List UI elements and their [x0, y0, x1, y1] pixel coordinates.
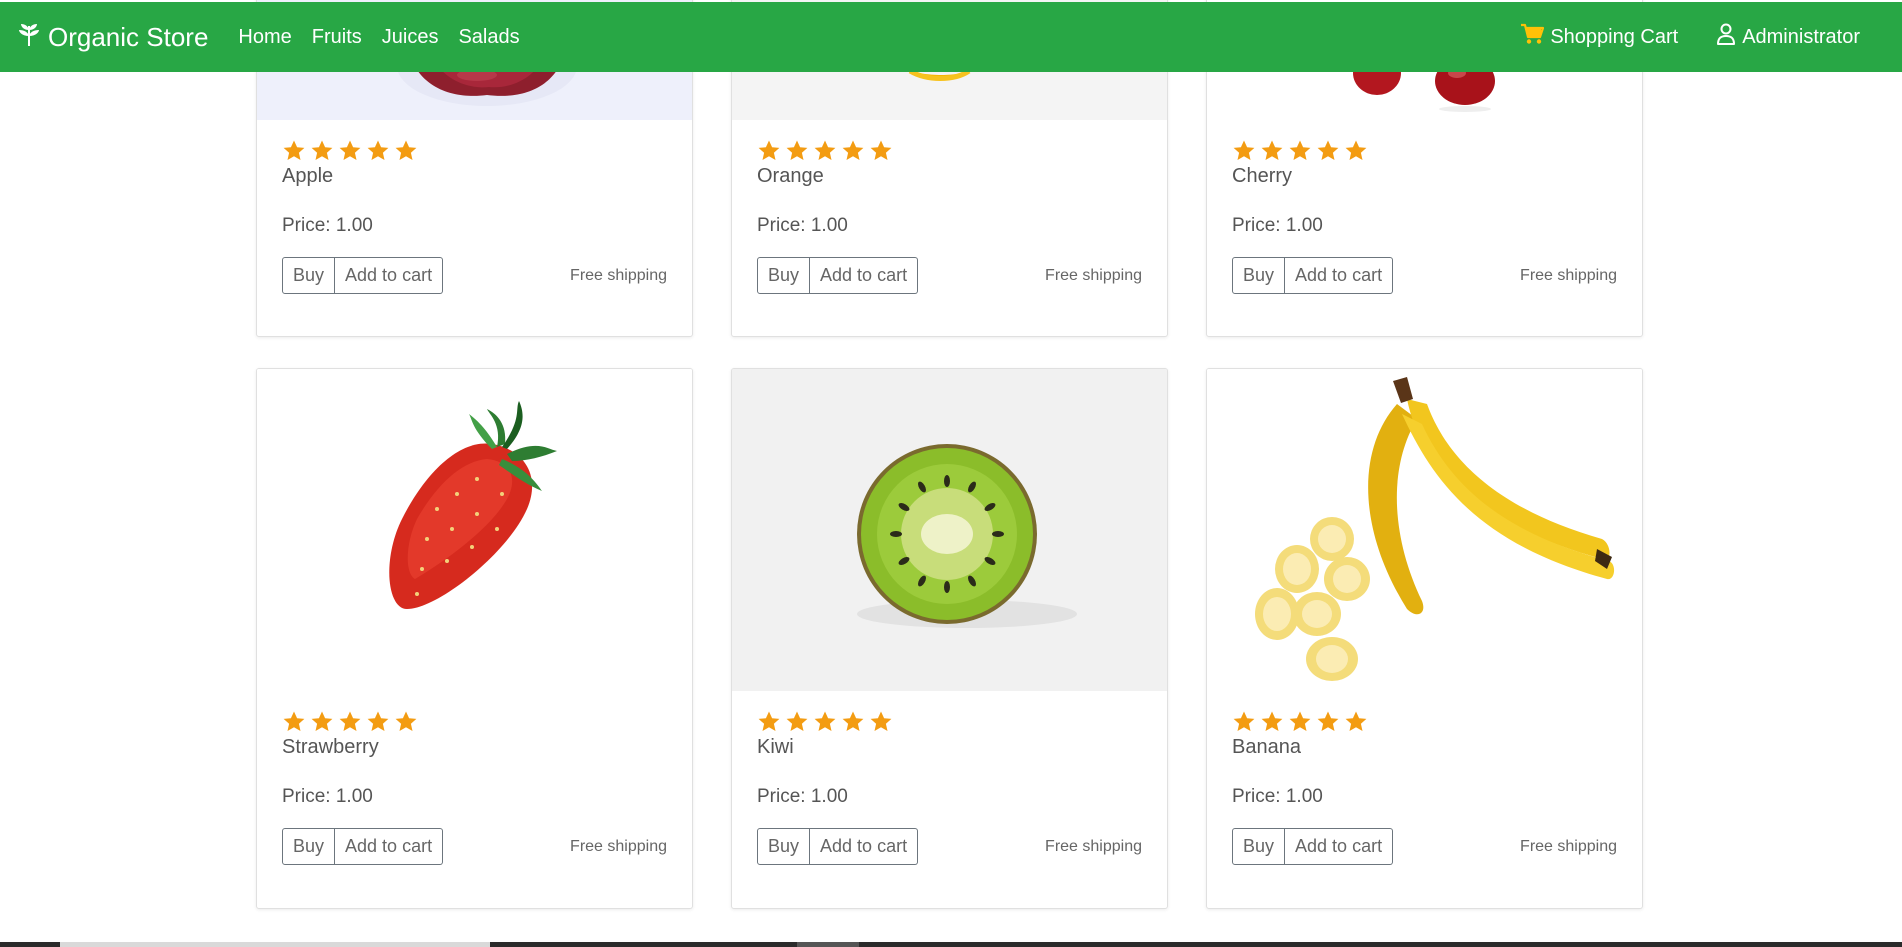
star-icon [338, 139, 362, 163]
star-icon [841, 139, 865, 163]
star-icon [785, 139, 809, 163]
star-icon [366, 139, 390, 163]
brand-name: Organic Store [48, 21, 209, 52]
add-to-cart-button[interactable]: Add to cart [810, 828, 919, 865]
star-icon [1344, 710, 1368, 734]
action-buttons: Buy Add to cart [757, 828, 919, 865]
product-name: Kiwi [757, 736, 794, 758]
product-name: Strawberry [282, 736, 379, 758]
shipping-info: Free shipping [1520, 267, 1617, 284]
add-to-cart-button[interactable]: Add to cart [1285, 257, 1394, 294]
shipping-info: Free shipping [570, 267, 667, 284]
product-card-strawberry: Strawberry Price: 1.00 Buy Add to cart F… [256, 368, 693, 909]
add-to-cart-button[interactable]: Add to cart [810, 257, 919, 294]
product-price: Price: 1.00 [282, 786, 373, 807]
action-buttons: Buy Add to cart [1232, 828, 1394, 865]
shipping-info: Free shipping [1045, 838, 1142, 855]
nav-right: Shopping Cart Administrator [1520, 23, 1860, 51]
star-icon [1344, 139, 1368, 163]
leaf-icon [18, 22, 40, 53]
buy-button[interactable]: Buy [282, 828, 336, 865]
star-icon [1232, 139, 1256, 163]
shopping-cart-label: Shopping Cart [1550, 25, 1679, 48]
star-icon [1288, 710, 1312, 734]
bottom-taskbar-strip [0, 942, 1902, 947]
nav-juices[interactable]: Juices [382, 26, 439, 49]
shopping-cart-icon [1520, 23, 1550, 51]
buy-button[interactable]: Buy [282, 257, 336, 294]
rating-stars [1232, 710, 1372, 734]
star-icon [813, 139, 837, 163]
buy-button[interactable]: Buy [757, 828, 811, 865]
star-icon [757, 710, 781, 734]
nav-links: Home Fruits Juices Salads [238, 26, 539, 49]
product-price: Price: 1.00 [757, 215, 848, 236]
brand-link[interactable]: Organic Store [18, 22, 208, 53]
kiwi-image[interactable] [732, 369, 1167, 691]
star-icon [366, 710, 390, 734]
rating-stars [757, 139, 897, 163]
star-icon [282, 710, 306, 734]
star-icon [1288, 139, 1312, 163]
star-icon [869, 710, 893, 734]
star-icon [813, 710, 837, 734]
navbar: Organic Store Home Fruits Juices Salads … [0, 2, 1902, 72]
product-name: Cherry [1232, 165, 1293, 187]
star-icon [282, 139, 306, 163]
shopping-cart-link[interactable]: Shopping Cart [1520, 23, 1678, 51]
add-to-cart-button[interactable]: Add to cart [1285, 828, 1394, 865]
star-icon [1260, 710, 1284, 734]
product-price: Price: 1.00 [1232, 786, 1323, 807]
star-icon [869, 139, 893, 163]
product-name: Orange [757, 165, 824, 187]
user-icon [1716, 23, 1742, 51]
user-menu[interactable]: Administrator [1716, 23, 1860, 51]
star-icon [1316, 139, 1340, 163]
nav-salads[interactable]: Salads [458, 26, 519, 49]
buy-button[interactable]: Buy [757, 257, 811, 294]
action-buttons: Buy Add to cart [757, 257, 919, 294]
shipping-info: Free shipping [1520, 838, 1617, 855]
nav-home[interactable]: Home [238, 26, 291, 49]
star-icon [338, 710, 362, 734]
product-price: Price: 1.00 [1232, 215, 1323, 236]
nav-fruits[interactable]: Fruits [312, 26, 362, 49]
star-icon [394, 139, 418, 163]
buy-button[interactable]: Buy [1232, 828, 1286, 865]
product-card-kiwi: Kiwi Price: 1.00 Buy Add to cart Free sh… [731, 368, 1168, 909]
product-card-banana: Banana Price: 1.00 Buy Add to cart Free … [1206, 368, 1643, 909]
add-to-cart-button[interactable]: Add to cart [335, 257, 444, 294]
rating-stars [282, 710, 422, 734]
star-icon [1232, 710, 1256, 734]
user-label: Administrator [1742, 25, 1860, 48]
action-buttons: Buy Add to cart [282, 257, 444, 294]
star-icon [310, 710, 334, 734]
rating-stars [282, 139, 422, 163]
rating-stars [1232, 139, 1372, 163]
product-name: Apple [282, 165, 334, 187]
star-icon [1260, 139, 1284, 163]
shipping-info: Free shipping [570, 838, 667, 855]
add-to-cart-button[interactable]: Add to cart [335, 828, 444, 865]
product-price: Price: 1.00 [757, 786, 848, 807]
star-icon [785, 710, 809, 734]
rating-stars [757, 710, 897, 734]
strawberry-image[interactable] [257, 369, 692, 691]
star-icon [310, 139, 334, 163]
buy-button[interactable]: Buy [1232, 257, 1286, 294]
shipping-info: Free shipping [1045, 267, 1142, 284]
star-icon [1316, 710, 1340, 734]
product-price: Price: 1.00 [282, 215, 373, 236]
star-icon [757, 139, 781, 163]
action-buttons: Buy Add to cart [1232, 257, 1394, 294]
star-icon [841, 710, 865, 734]
action-buttons: Buy Add to cart [282, 828, 444, 865]
star-icon [394, 710, 418, 734]
banana-image[interactable] [1207, 369, 1642, 691]
product-name: Banana [1232, 736, 1301, 758]
